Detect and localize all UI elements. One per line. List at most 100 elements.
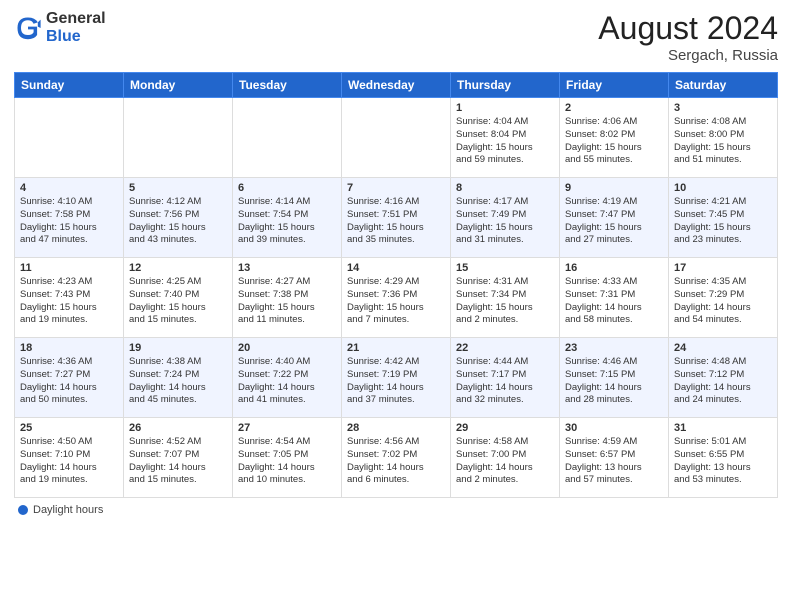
calendar-cell: 29Sunrise: 4:58 AM Sunset: 7:00 PM Dayli… xyxy=(451,418,560,498)
calendar-cell: 24 Sunrise: 4:48 AM Sunset: 7:12 PM Dayli… xyxy=(669,338,778,418)
day-number: 11 xyxy=(20,262,118,274)
calendar-cell: 10Sunrise: 4:21 AM Sunset: 7:45 PM Dayli… xyxy=(669,178,778,258)
day-info: Sunrise: 4:40 AM Sunset: 7:22 PM Dayligh… xyxy=(238,356,336,407)
day-number: 26 xyxy=(129,422,227,434)
day-number: 3 xyxy=(674,102,772,114)
day-info: Sunrise: 4:14 AM Sunset: 7:54 PM Dayligh… xyxy=(238,196,336,247)
day-number: 2 xyxy=(565,102,663,114)
calendar-cell: 26Sunrise: 4:52 AM Sunset: 7:07 PM Dayli… xyxy=(124,418,233,498)
day-info: Sunrise: 4:04 AM Sunset: 8:04 PM Dayligh… xyxy=(456,116,554,167)
calendar-week-1: 1Sunrise: 4:04 AM Sunset: 8:04 PM Daylig… xyxy=(15,98,778,178)
calendar-cell: 27Sunrise: 4:54 AM Sunset: 7:05 PM Dayli… xyxy=(233,418,342,498)
day-info: Sunrise: 4:44 AM Sunset: 7:17 PM Dayligh… xyxy=(456,356,554,407)
calendar-week-2: 4 Sunrise: 4:10 AM Sunset: 7:58 PM Daylig… xyxy=(15,178,778,258)
calendar-cell: 31 Sunrise: 5:01 AM Sunset: 6:55 PM Dayli… xyxy=(669,418,778,498)
calendar-week-5: 25Sunrise: 4:50 AM Sunset: 7:10 PM Dayli… xyxy=(15,418,778,498)
title-block: August 2024 Sergach, Russia xyxy=(598,10,778,64)
calendar-cell xyxy=(342,98,451,178)
calendar-cell: 13 Sunrise: 4:27 AM Sunset: 7:38 PM Dayli… xyxy=(233,258,342,338)
day-info: Sunrise: 4:23 AM Sunset: 7:43 PM Dayligh… xyxy=(20,276,118,327)
day-number: 16 xyxy=(565,262,663,274)
calendar-cell: 2 Sunrise: 4:06 AM Sunset: 8:02 PM Daylig… xyxy=(560,98,669,178)
calendar-col-thursday: Thursday xyxy=(451,73,560,98)
day-info: Sunrise: 4:27 AM Sunset: 7:38 PM Dayligh… xyxy=(238,276,336,327)
day-number: 14 xyxy=(347,262,445,274)
calendar-cell xyxy=(15,98,124,178)
calendar-cell xyxy=(124,98,233,178)
day-number: 29 xyxy=(456,422,554,434)
calendar-cell: 21 Sunrise: 4:42 AM Sunset: 7:19 PM Dayli… xyxy=(342,338,451,418)
month-year: August 2024 xyxy=(598,10,778,47)
day-info: Sunrise: 4:19 AM Sunset: 7:47 PM Dayligh… xyxy=(565,196,663,247)
calendar-week-3: 11 Sunrise: 4:23 AM Sunset: 7:43 PM Dayli… xyxy=(15,258,778,338)
legend-dot-daylight xyxy=(18,505,28,515)
day-info: Sunrise: 4:35 AM Sunset: 7:29 PM Dayligh… xyxy=(674,276,772,327)
page: General Blue August 2024 Sergach, Russia… xyxy=(0,0,792,612)
day-info: Sunrise: 4:33 AM Sunset: 7:31 PM Dayligh… xyxy=(565,276,663,327)
day-number: 31 xyxy=(674,422,772,434)
calendar-col-friday: Friday xyxy=(560,73,669,98)
day-number: 5 xyxy=(129,182,227,194)
calendar-cell: 7 Sunrise: 4:16 AM Sunset: 7:51 PM Daylig… xyxy=(342,178,451,258)
day-info: Sunrise: 4:46 AM Sunset: 7:15 PM Dayligh… xyxy=(565,356,663,407)
calendar-cell xyxy=(233,98,342,178)
header: General Blue August 2024 Sergach, Russia xyxy=(14,10,778,64)
day-number: 24 xyxy=(674,342,772,354)
legend-item-daylight: Daylight hours xyxy=(18,504,103,516)
day-number: 30 xyxy=(565,422,663,434)
day-info: Sunrise: 4:42 AM Sunset: 7:19 PM Dayligh… xyxy=(347,356,445,407)
day-number: 7 xyxy=(347,182,445,194)
day-number: 10 xyxy=(674,182,772,194)
day-info: Sunrise: 4:29 AM Sunset: 7:36 PM Dayligh… xyxy=(347,276,445,327)
calendar-cell: 17 Sunrise: 4:35 AM Sunset: 7:29 PM Dayli… xyxy=(669,258,778,338)
day-number: 4 xyxy=(20,182,118,194)
day-number: 20 xyxy=(238,342,336,354)
legend-label-daylight: Daylight hours xyxy=(33,504,103,516)
logo-text: General Blue xyxy=(46,10,106,45)
calendar-cell: 15Sunrise: 4:31 AM Sunset: 7:34 PM Dayli… xyxy=(451,258,560,338)
legend: Daylight hours xyxy=(14,504,778,516)
day-info: Sunrise: 4:48 AM Sunset: 7:12 PM Dayligh… xyxy=(674,356,772,407)
logo: General Blue xyxy=(14,10,106,45)
day-info: Sunrise: 4:10 AM Sunset: 7:58 PM Dayligh… xyxy=(20,196,118,247)
calendar-cell: 14 Sunrise: 4:29 AM Sunset: 7:36 PM Dayli… xyxy=(342,258,451,338)
day-number: 19 xyxy=(129,342,227,354)
logo-general: General xyxy=(46,10,106,27)
day-number: 8 xyxy=(456,182,554,194)
day-number: 21 xyxy=(347,342,445,354)
day-info: Sunrise: 4:59 AM Sunset: 6:57 PM Dayligh… xyxy=(565,436,663,487)
day-number: 27 xyxy=(238,422,336,434)
day-info: Sunrise: 4:56 AM Sunset: 7:02 PM Dayligh… xyxy=(347,436,445,487)
logo-icon xyxy=(14,14,42,42)
calendar-cell: 4 Sunrise: 4:10 AM Sunset: 7:58 PM Daylig… xyxy=(15,178,124,258)
day-info: Sunrise: 4:17 AM Sunset: 7:49 PM Dayligh… xyxy=(456,196,554,247)
day-number: 9 xyxy=(565,182,663,194)
day-info: Sunrise: 4:36 AM Sunset: 7:27 PM Dayligh… xyxy=(20,356,118,407)
calendar-cell: 20 Sunrise: 4:40 AM Sunset: 7:22 PM Dayli… xyxy=(233,338,342,418)
calendar-cell: 5Sunrise: 4:12 AM Sunset: 7:56 PM Daylig… xyxy=(124,178,233,258)
calendar-cell: 6Sunrise: 4:14 AM Sunset: 7:54 PM Daylig… xyxy=(233,178,342,258)
calendar-cell: 19Sunrise: 4:38 AM Sunset: 7:24 PM Dayli… xyxy=(124,338,233,418)
day-number: 17 xyxy=(674,262,772,274)
day-number: 13 xyxy=(238,262,336,274)
day-number: 23 xyxy=(565,342,663,354)
day-info: Sunrise: 5:01 AM Sunset: 6:55 PM Dayligh… xyxy=(674,436,772,487)
day-info: Sunrise: 4:06 AM Sunset: 8:02 PM Dayligh… xyxy=(565,116,663,167)
calendar-col-tuesday: Tuesday xyxy=(233,73,342,98)
day-number: 22 xyxy=(456,342,554,354)
calendar-col-sunday: Sunday xyxy=(15,73,124,98)
calendar-cell: 25Sunrise: 4:50 AM Sunset: 7:10 PM Dayli… xyxy=(15,418,124,498)
day-number: 15 xyxy=(456,262,554,274)
calendar-week-4: 18 Sunrise: 4:36 AM Sunset: 7:27 PM Dayli… xyxy=(15,338,778,418)
day-number: 18 xyxy=(20,342,118,354)
calendar-cell: 28Sunrise: 4:56 AM Sunset: 7:02 PM Dayli… xyxy=(342,418,451,498)
calendar-cell: 16 Sunrise: 4:33 AM Sunset: 7:31 PM Dayli… xyxy=(560,258,669,338)
day-number: 12 xyxy=(129,262,227,274)
day-info: Sunrise: 4:16 AM Sunset: 7:51 PM Dayligh… xyxy=(347,196,445,247)
logo-blue: Blue xyxy=(46,28,81,45)
day-info: Sunrise: 4:50 AM Sunset: 7:10 PM Dayligh… xyxy=(20,436,118,487)
calendar-header-row: SundayMondayTuesdayWednesdayThursdayFrid… xyxy=(15,73,778,98)
calendar-table: SundayMondayTuesdayWednesdayThursdayFrid… xyxy=(14,72,778,498)
calendar-col-wednesday: Wednesday xyxy=(342,73,451,98)
location: Sergach, Russia xyxy=(598,47,778,64)
